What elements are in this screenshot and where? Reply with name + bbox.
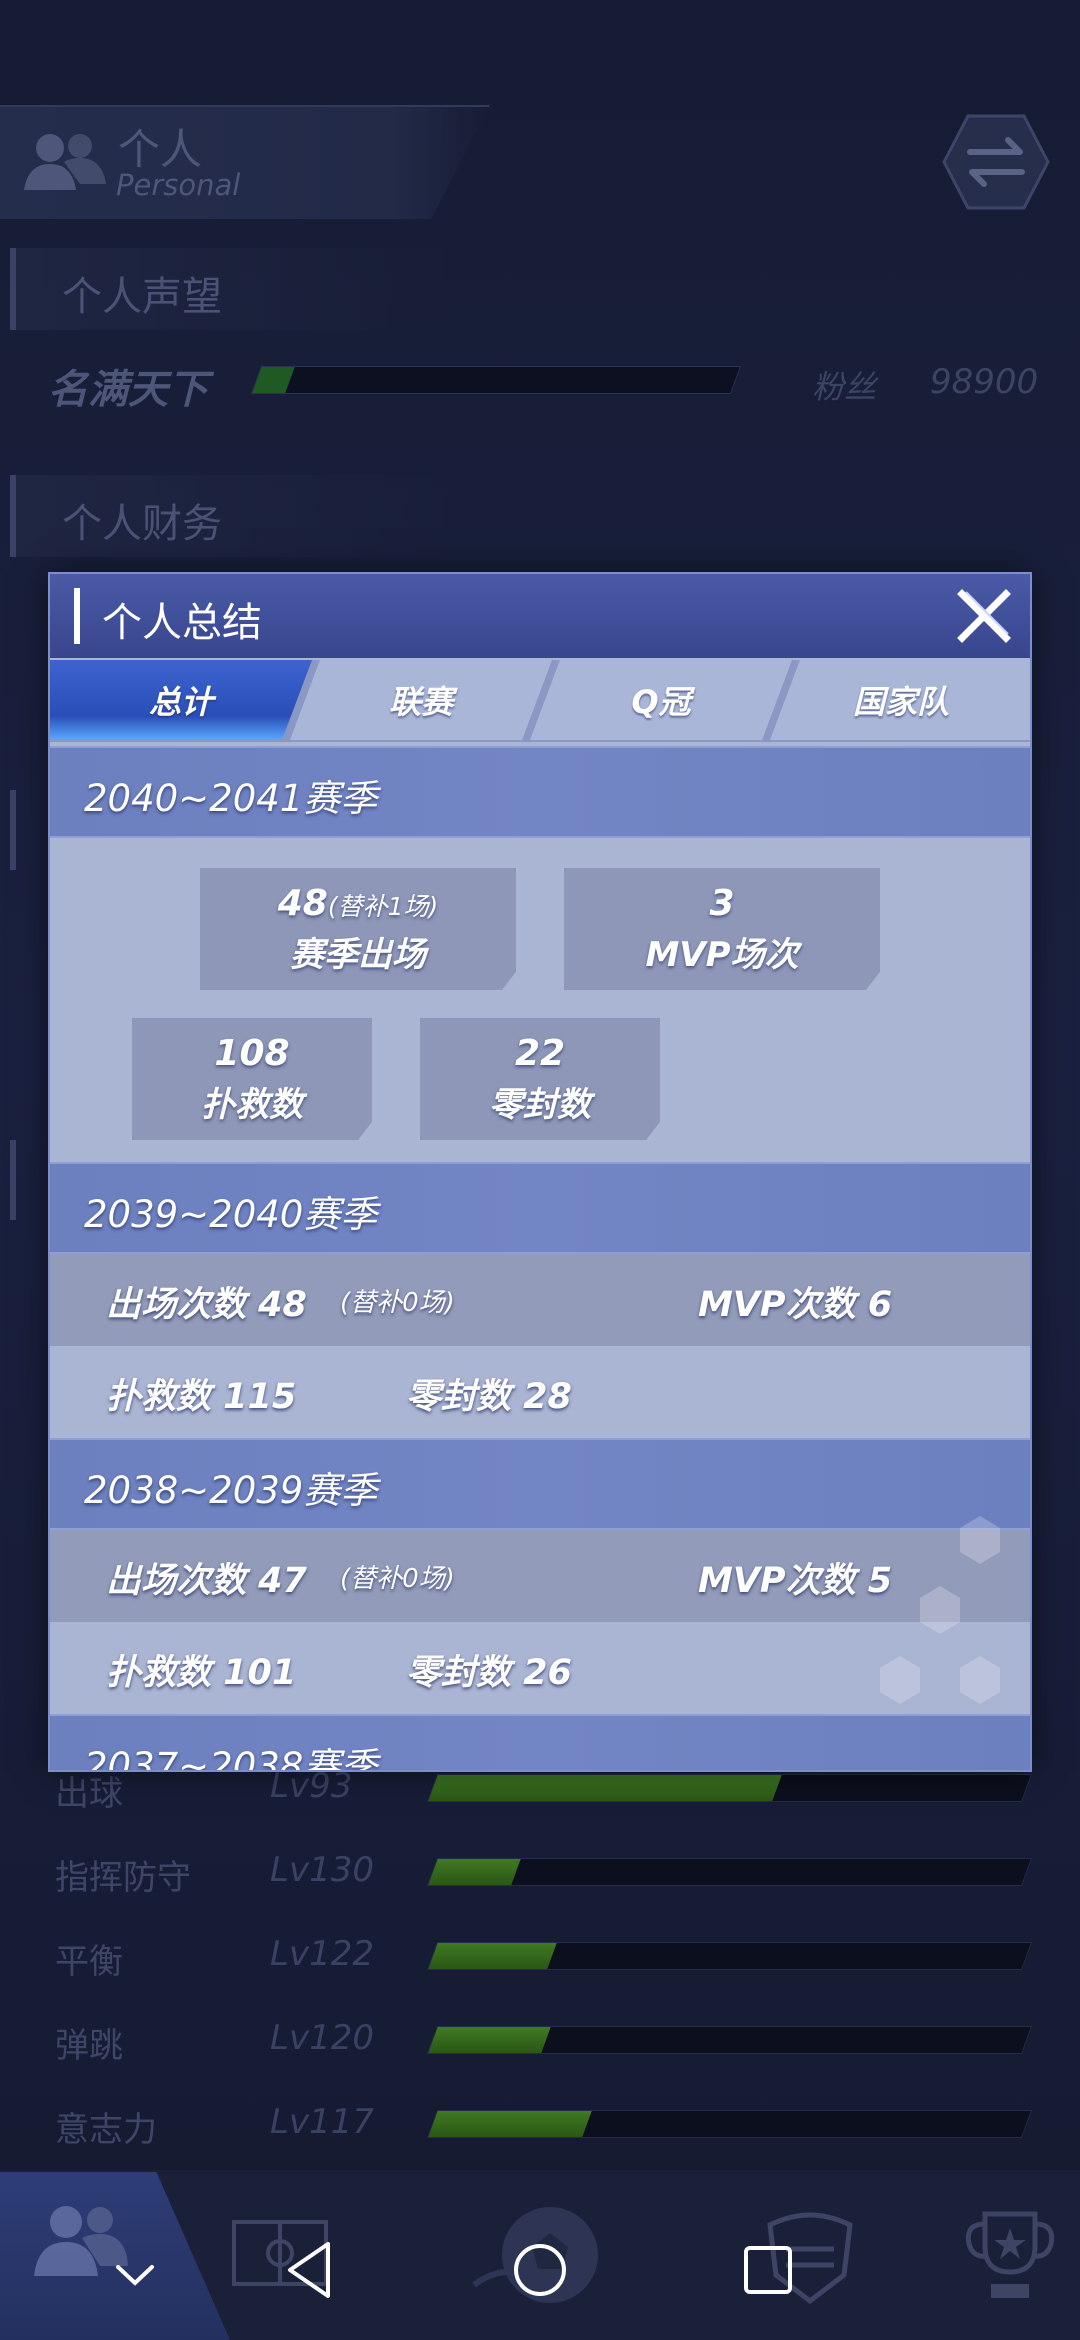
attribute-level: Lv93 bbox=[270, 1766, 353, 1806]
fans-label: 粉丝 bbox=[812, 368, 877, 406]
season-row-saves: 扑救数 115 零封数 28 bbox=[50, 1346, 1030, 1438]
attribute-progress-fill bbox=[428, 2027, 551, 2053]
attribute-progress-fill bbox=[428, 1775, 782, 1801]
season-header: 2040~2041赛季 bbox=[50, 746, 1030, 838]
mvp-text: MVP次数 6 bbox=[698, 1285, 893, 1325]
tab-q-cup[interactable]: Q冠 bbox=[530, 660, 792, 740]
tab-bar: 总计 联赛 Q冠 国家队 bbox=[50, 660, 1030, 742]
attribute-name: 意志力 bbox=[55, 2110, 157, 2150]
attribute-level: Lv122 bbox=[270, 1934, 374, 1974]
season-header: 2039~2040赛季 bbox=[50, 1162, 1030, 1254]
fame-title: 名满天下 bbox=[48, 367, 208, 413]
attribute-progress-bar bbox=[426, 1942, 1033, 1970]
saves-text: 扑救数 115 bbox=[106, 1377, 297, 1417]
attribute-progress-fill bbox=[428, 1859, 521, 1885]
home-icon[interactable] bbox=[500, 2230, 580, 2310]
edge-mark bbox=[10, 790, 16, 870]
saves-value: 108 bbox=[214, 1033, 290, 1074]
appearances-label: 赛季出场 bbox=[290, 935, 426, 976]
attribute-name: 指挥防守 bbox=[55, 1858, 191, 1898]
attribute-progress-bar bbox=[426, 1774, 1033, 1802]
attribute-progress-bar bbox=[426, 1858, 1033, 1886]
attribute-progress-fill bbox=[428, 1943, 557, 1969]
people-icon bbox=[24, 134, 106, 190]
section-finance: 个人财务 bbox=[10, 475, 450, 557]
fans-value: 98900 bbox=[930, 362, 1039, 402]
sub-text: (替补0场) bbox=[340, 1564, 455, 1594]
tab-national-team[interactable]: 国家队 bbox=[770, 660, 1030, 740]
attribute-row: 指挥防守 Lv130 bbox=[0, 1844, 1080, 1904]
trophy-icon[interactable] bbox=[955, 2200, 1065, 2310]
clean-sheets-text: 零封数 28 bbox=[406, 1377, 572, 1417]
dialog-title-bar: 个人总结 bbox=[50, 574, 1030, 658]
appearances-text: 出场次数 47 bbox=[106, 1561, 307, 1601]
clean-sheets-label: 零封数 bbox=[489, 1085, 591, 1126]
clean-sheets-value: 22 bbox=[514, 1033, 566, 1074]
close-icon[interactable] bbox=[954, 586, 1014, 646]
stat-card-appearances: 48(替补1场) 赛季出场 bbox=[200, 868, 516, 990]
season-header: 2037~2038赛季 bbox=[50, 1714, 1030, 1770]
stat-card-clean-sheets: 22 零封数 bbox=[420, 1018, 660, 1140]
fame-progress-bar bbox=[250, 366, 742, 394]
sub-text: (替补0场) bbox=[340, 1288, 455, 1318]
attribute-name: 弹跳 bbox=[55, 2026, 123, 2066]
section-reputation: 个人声望 bbox=[10, 248, 450, 330]
mvp-label: MVP场次 bbox=[645, 935, 799, 976]
tab-total[interactable]: 总计 bbox=[50, 660, 312, 740]
back-icon[interactable] bbox=[270, 2230, 350, 2310]
attribute-name: 平衡 bbox=[55, 1942, 123, 1982]
edge-mark bbox=[10, 1140, 16, 1220]
personal-summary-dialog: 个人总结 总计 联赛 Q冠 国家队 2040~2041赛季 48(替补1场) 赛… bbox=[48, 572, 1032, 1772]
mvp-value: 3 bbox=[709, 883, 735, 924]
appearances-value: 48 bbox=[277, 883, 328, 924]
attribute-row: 意志力 Lv117 bbox=[0, 2096, 1080, 2156]
tab-league[interactable]: 联赛 bbox=[290, 660, 552, 740]
attribute-row: 平衡 Lv122 bbox=[0, 1928, 1080, 1988]
chevron-down-icon[interactable] bbox=[110, 2255, 160, 2295]
appearances-sub: (替补1场) bbox=[327, 892, 439, 921]
dialog-title: 个人总结 bbox=[102, 600, 262, 646]
stat-card-saves: 108 扑救数 bbox=[132, 1018, 372, 1140]
attribute-progress-fill bbox=[428, 2111, 592, 2137]
attribute-progress-bar bbox=[426, 2026, 1033, 2054]
fame-progress-fill bbox=[252, 367, 296, 393]
season-row-appearances: 出场次数 48 (替补0场) MVP次数 6 bbox=[50, 1254, 1030, 1346]
saves-text: 扑救数 101 bbox=[106, 1653, 297, 1693]
stat-card-mvp: 3 MVP场次 bbox=[564, 868, 880, 990]
attribute-progress-bar bbox=[426, 2110, 1033, 2138]
recents-icon[interactable] bbox=[728, 2230, 808, 2310]
attribute-name: 出球 bbox=[55, 1774, 123, 1814]
attribute-row: 弹跳 Lv120 bbox=[0, 2012, 1080, 2072]
attribute-level: Lv130 bbox=[270, 1850, 374, 1890]
clean-sheets-text: 零封数 26 bbox=[406, 1653, 572, 1693]
attribute-level: Lv117 bbox=[270, 2102, 374, 2142]
saves-label: 扑救数 bbox=[201, 1085, 303, 1126]
season-list[interactable]: 2040~2041赛季 48(替补1场) 赛季出场 3 MVP场次 108 扑救… bbox=[50, 746, 1030, 1770]
appearances-text: 出场次数 48 bbox=[106, 1285, 307, 1325]
personal-subtitle: Personal bbox=[116, 168, 241, 202]
attribute-level: Lv120 bbox=[270, 2018, 374, 2058]
swap-arrows-icon[interactable] bbox=[940, 112, 1052, 212]
title-accent-bar bbox=[74, 588, 80, 644]
